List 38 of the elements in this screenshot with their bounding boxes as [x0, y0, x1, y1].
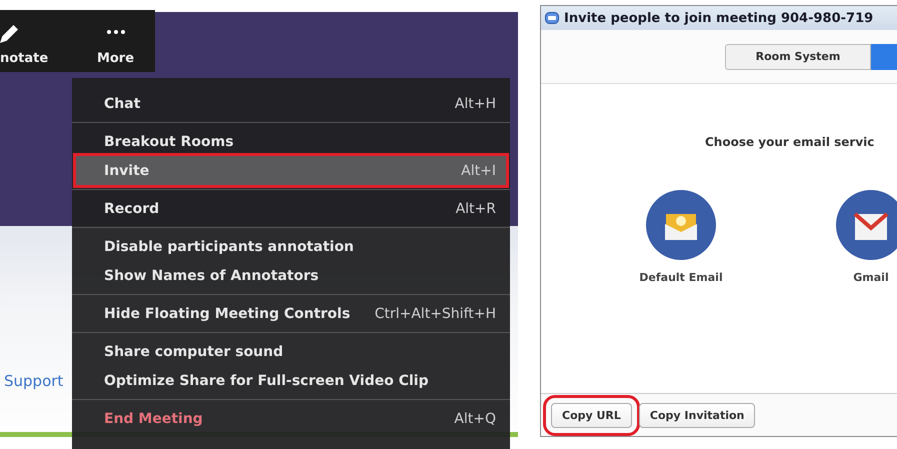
- menu-item[interactable]: Disable participants annotation: [76, 232, 506, 261]
- shortcut-text: Ctrl+Alt+Shift+H: [374, 306, 496, 322]
- service-label: Default Email: [639, 271, 723, 284]
- email-heading: Choose your email servic: [705, 135, 876, 149]
- envelope-icon[interactable]: [646, 190, 716, 260]
- menu-item-label: Record: [104, 200, 160, 216]
- menu-item[interactable]: Chat Alt+H: [76, 89, 506, 118]
- menu-item[interactable]: Breakout Rooms: [76, 127, 506, 156]
- toolbar-button[interactable]: notate: [0, 10, 77, 72]
- shortcut-text: Alt+Q: [454, 410, 496, 426]
- menu-item[interactable]: Show Names of Annotators: [76, 261, 506, 290]
- service-label: Gmail: [853, 271, 889, 284]
- shortcut-text: Alt+R: [456, 200, 496, 216]
- menu-item[interactable]: Record Alt+R: [76, 194, 506, 223]
- menu-item[interactable]: Invite Alt+I: [76, 156, 506, 185]
- menu-item-label: Hide Floating Meeting Controls: [104, 306, 350, 322]
- shortcut-text: Alt+H: [454, 96, 496, 112]
- menu-item-label: Share computer sound: [104, 344, 284, 360]
- menu-item[interactable]: End Meeting Alt+Q: [76, 404, 506, 433]
- menu-item-label: End Meeting: [104, 410, 203, 426]
- menu-item-label: Breakout Rooms: [104, 134, 234, 150]
- menu-item-label: Invite: [104, 162, 150, 178]
- mail-icon[interactable]: [836, 190, 897, 260]
- menu-item-label: Show Names of Annotators: [104, 268, 319, 284]
- pencil-icon: [0, 25, 18, 43]
- app-icon: [545, 12, 559, 24]
- shortcut-text: Alt+I: [461, 162, 496, 178]
- menu-item[interactable]: Hide Floating Meeting Controls Ctrl+Alt+Shift+H: [76, 299, 506, 328]
- copy-button[interactable]: Copy Invitation: [638, 402, 756, 428]
- window-title: Invite people to join meeting 904-980-719: [564, 10, 874, 26]
- tab[interactable]: Room System: [725, 44, 871, 70]
- more-icon: [106, 30, 124, 34]
- menu-item-label: Disable participants annotation: [104, 238, 354, 254]
- toolbar-button[interactable]: More: [77, 10, 154, 72]
- menu-item-label: Optimize Share for Full-screen Video Clip: [104, 372, 428, 388]
- menu-item[interactable]: Share computer sound: [76, 337, 506, 366]
- menu-item[interactable]: Optimize Share for Full-screen Video Clip: [76, 366, 506, 395]
- menu-item-label: Chat: [104, 96, 140, 112]
